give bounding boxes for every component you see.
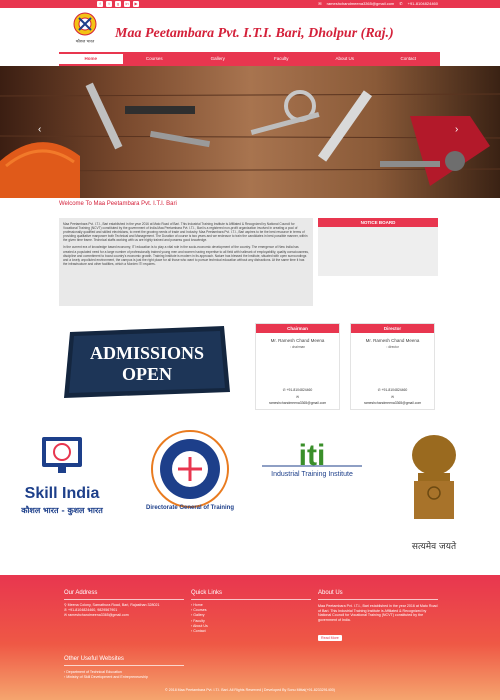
iti-logo: iti Industrial Training Institute: [262, 439, 362, 478]
footer-link-contact[interactable]: › Contact: [191, 629, 208, 634]
chairman-email[interactable]: rameshchandmeena3365@gmail.com: [256, 401, 339, 405]
svg-text:iti: iti: [299, 439, 326, 472]
chairman-card: Chairman Mr. Ramesh Chand Meena ▫ chairm…: [255, 323, 340, 410]
nav-courses[interactable]: Courses: [123, 52, 187, 66]
footer-address-email[interactable]: ✉ rameshchandmeena3365@gmail.com: [64, 613, 188, 618]
footer-about-title: About Us: [318, 590, 343, 596]
useful-link-skill-ministry[interactable]: › Ministry of Skill Development and Entr…: [64, 675, 148, 680]
mail-icon: ✉: [64, 613, 68, 617]
footer-useful-title: Other Useful Websites: [64, 656, 124, 662]
welcome-heading: Welcome To Maa Peetambara Pvt. I.T.I. Ba…: [59, 201, 177, 207]
svg-text:कौशल भारत: कौशल भारत: [76, 39, 95, 44]
top-phone[interactable]: +91-8104824460: [408, 0, 438, 8]
nav-contact[interactable]: Contact: [377, 52, 441, 66]
intro-paragraph-2: In the current era of knowledge based ec…: [63, 245, 309, 266]
footer-divider: [64, 599, 184, 600]
site-header: कौशल भारत Maa Peetambara Pvt. I.T.I. Bar…: [0, 8, 500, 52]
top-bar: f t g in ▶ ✉ rameshchandmeena3365@gmail.…: [0, 0, 500, 8]
svg-text:ADMISSIONS: ADMISSIONS: [90, 343, 204, 363]
svg-text:OPEN: OPEN: [122, 364, 172, 384]
chairman-photo: ▫ chairman: [289, 345, 306, 349]
next-arrow-icon[interactable]: ›: [455, 124, 458, 135]
dgt-logo: Directorate General of Training: [146, 430, 234, 511]
main-nav: Home Courses Gallery Faculty About Us Co…: [59, 52, 440, 66]
facebook-icon[interactable]: f: [97, 1, 103, 7]
footer-about-text: Maa Peetambara Pvt. I.T.I., Bari establi…: [318, 604, 438, 622]
email-icon: ✉: [318, 1, 322, 6]
mail-icon: ✉: [296, 395, 299, 399]
hero-banner: ‹ ›: [0, 66, 500, 198]
director-photo: ▫ director: [386, 345, 399, 349]
site-footer: Our Address ⚲ Meena Colony, Sarnathura R…: [0, 575, 500, 700]
google-plus-icon[interactable]: g: [115, 1, 121, 7]
top-email[interactable]: rameshchandmeena3365@gmail.com: [327, 0, 395, 8]
linkedin-icon[interactable]: in: [124, 1, 130, 7]
nav-about-us[interactable]: About Us: [313, 52, 377, 66]
footer-address: ⚲ Meena Colony, Sarnathura Road, Bari, R…: [64, 603, 188, 618]
chairman-phone: ✆ +91-8104824460: [282, 388, 313, 392]
top-contact: ✉ rameshchandmeena3365@gmail.com ✆ +91-8…: [318, 0, 438, 8]
twitter-icon[interactable]: t: [106, 1, 112, 7]
footer-quick-links-title: Quick Links: [191, 590, 223, 596]
svg-text:सत्यमेव जयते: सत्यमेव जयते: [412, 540, 457, 552]
intro-paragraph-1: Maa Peetambara Pvt. I.T.I., Bari establi…: [63, 222, 308, 243]
chairman-title: Chairman: [256, 324, 339, 333]
notice-board: NOTICE BOARD: [318, 218, 438, 276]
location-icon: ⚲: [64, 603, 67, 607]
site-logo[interactable]: कौशल भारत: [70, 10, 100, 46]
notice-board-title: NOTICE BOARD: [318, 218, 438, 227]
director-phone: ✆ +91-8104824460: [377, 388, 408, 392]
svg-text:Skill India: Skill India: [25, 485, 100, 502]
director-name: Mr. Ramesh Chand Meena: [365, 338, 420, 343]
phone-icon: ✆: [399, 1, 403, 6]
partner-logos: Skill India कौशल भारत - कुशल भारत Direct…: [20, 430, 457, 552]
intro-text-box: Maa Peetambara Pvt. I.T.I., Bari establi…: [59, 218, 313, 306]
footer-divider: [64, 665, 184, 666]
phone-icon: ✆: [64, 608, 68, 612]
svg-text:Directorate General of Trainin: Directorate General of Training: [146, 505, 234, 511]
footer-divider: [191, 599, 311, 600]
footer-address-title: Our Address: [64, 590, 98, 596]
mail-icon: ✉: [391, 395, 394, 399]
copyright-text: © 2018 Maa Peetambara Pvt. I.T.I. Bari. …: [165, 688, 335, 692]
prev-arrow-icon[interactable]: ‹: [38, 124, 41, 135]
youtube-icon[interactable]: ▶: [133, 1, 139, 7]
skill-india-logo: Skill India कौशल भारत - कुशल भारत: [20, 437, 103, 516]
nav-home[interactable]: Home: [59, 54, 123, 64]
footer-divider: [318, 599, 438, 600]
nav-gallery[interactable]: Gallery: [186, 52, 250, 66]
director-card: Director Mr. Ramesh Chand Meena ▫ direct…: [350, 323, 435, 410]
footer-quick-links: › Home › Courses › Gallery › Faculty › A…: [191, 603, 208, 634]
director-email[interactable]: rameshchandmeena3365@gmail.com: [351, 401, 434, 405]
svg-text:Industrial Training Institute: Industrial Training Institute: [271, 471, 353, 478]
ashoka-emblem-logo: सत्यमेव जयते: [412, 435, 457, 552]
footer-useful-links: › Department of Technical Education › Mi…: [64, 670, 148, 680]
read-more-button[interactable]: Read More: [318, 635, 342, 641]
admissions-open-banner[interactable]: ADMISSIONS OPEN: [60, 322, 234, 402]
svg-text:कौशल भारत - कुशल भारत: कौशल भारत - कुशल भारत: [20, 505, 103, 516]
site-title: Maa Peetambara Pvt. I.T.I. Bari, Dholpur…: [115, 26, 394, 41]
nav-faculty[interactable]: Faculty: [250, 52, 314, 66]
chairman-name: Mr. Ramesh Chand Meena: [270, 338, 325, 343]
director-title: Director: [351, 324, 434, 333]
tools-image: [0, 82, 500, 198]
social-links: f t g in ▶: [97, 1, 139, 7]
